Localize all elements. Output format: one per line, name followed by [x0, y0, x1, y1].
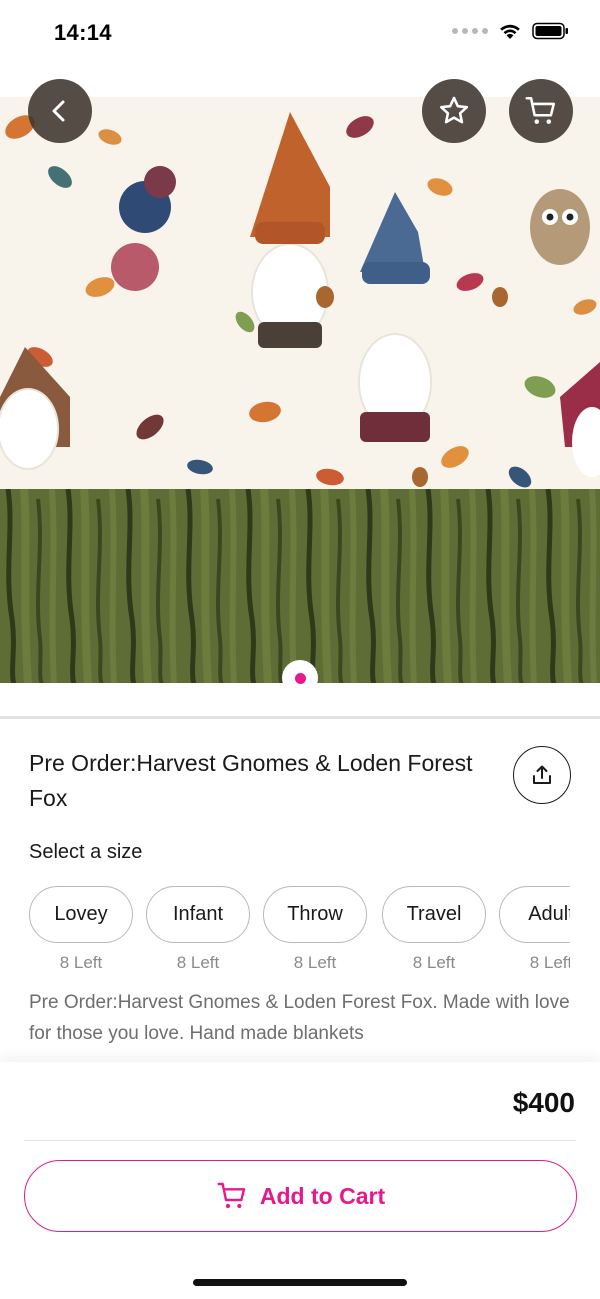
signal-icon — [452, 28, 488, 34]
panel-divider — [24, 1140, 576, 1141]
status-icons — [452, 22, 570, 40]
size-option-travel: Travel 8 Left — [382, 886, 486, 973]
product-image-art — [0, 97, 600, 683]
select-size-label: Select a size — [29, 841, 143, 863]
section-divider — [0, 716, 600, 719]
product-image[interactable] — [0, 97, 600, 683]
size-option-throw: Throw 8 Left — [263, 886, 367, 973]
cart-button[interactable] — [509, 79, 573, 143]
favorite-button[interactable] — [422, 79, 486, 143]
share-button[interactable] — [513, 746, 571, 804]
size-option-adult: Adult 8 Left — [499, 886, 570, 973]
chevron-left-icon — [52, 100, 65, 122]
size-stock: 8 Left — [412, 953, 456, 972]
size-button[interactable]: Travel — [382, 886, 486, 943]
product-description: Pre Order:Harvest Gnomes & Loden Forest … — [29, 992, 570, 1044]
add-to-cart-label: Add to Cart — [259, 1182, 386, 1209]
carousel-page-indicator[interactable] — [282, 660, 318, 696]
size-stock: 8 Left — [529, 953, 570, 972]
status-bar: 14:14 — [0, 0, 600, 66]
product-title: Pre Order:Harvest Gnomes & Loden Forest … — [29, 750, 473, 811]
size-stock: 8 Left — [59, 953, 103, 972]
cart-icon — [217, 1182, 246, 1209]
status-time: 14:14 — [54, 20, 112, 45]
size-button[interactable]: Throw — [263, 886, 367, 943]
product-price: $400 — [512, 1087, 575, 1118]
wifi-icon — [500, 24, 520, 39]
battery-icon — [532, 22, 568, 40]
size-stock: 8 Left — [176, 953, 220, 972]
share-icon — [533, 765, 551, 784]
size-stock: 8 Left — [293, 953, 337, 972]
size-button[interactable]: Lovey — [29, 886, 133, 943]
home-indicator[interactable] — [193, 1279, 407, 1286]
size-button[interactable]: Adult — [499, 886, 570, 943]
size-option-lovey: Lovey 8 Left — [29, 886, 133, 973]
star-icon — [439, 96, 469, 124]
size-option-infant: Infant 8 Left — [146, 886, 250, 973]
size-options: Lovey 8 Left Infant 8 Left Throw 8 Left … — [29, 886, 570, 981]
add-to-cart-button[interactable]: Add to Cart — [24, 1160, 577, 1232]
cart-icon — [525, 96, 556, 124]
size-button[interactable]: Infant — [146, 886, 250, 943]
back-button[interactable] — [28, 79, 92, 143]
active-dot — [294, 672, 306, 684]
